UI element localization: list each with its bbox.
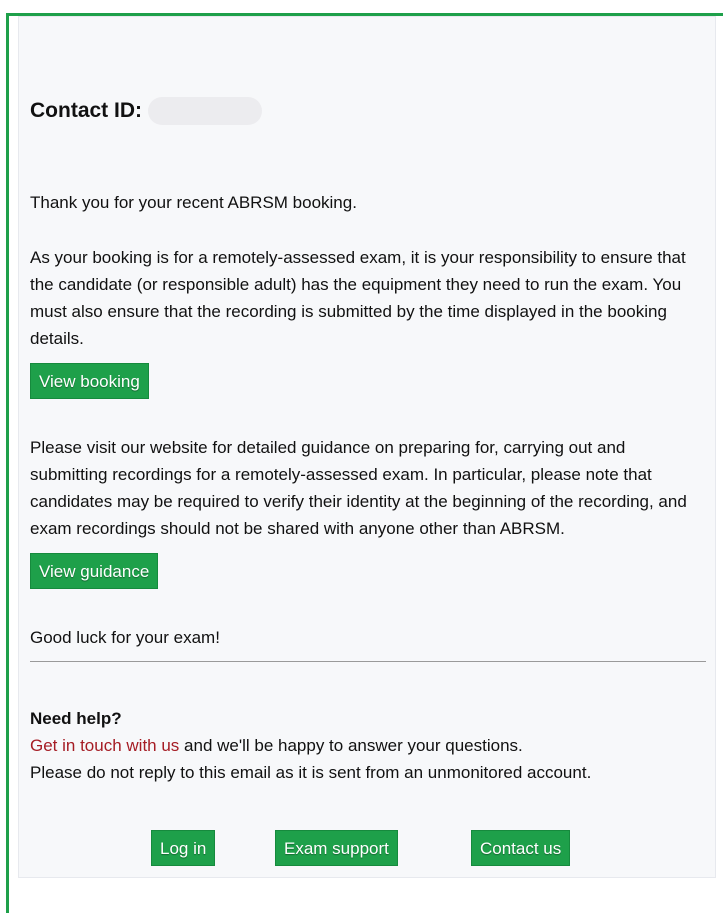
view-guidance-button[interactable]: View guidance xyxy=(30,553,159,589)
help-contact-suffix: and we'll be happy to answer your questi… xyxy=(179,736,523,755)
log-in-button[interactable]: Log in xyxy=(151,830,216,866)
responsibility-text: As your booking is for a remotely-assess… xyxy=(30,248,686,348)
contact-id-row: Contact ID: xyxy=(30,96,262,126)
view-booking-button[interactable]: View booking xyxy=(30,363,149,399)
no-reply-text: Please do not reply to this email as it … xyxy=(30,763,592,782)
contact-us-button[interactable]: Contact us xyxy=(471,830,571,866)
contact-id-label: Contact ID: xyxy=(30,99,142,122)
need-help-heading: Need help? xyxy=(30,709,122,728)
thank-you-text: Thank you for your recent ABRSM booking. xyxy=(30,193,357,212)
contact-id-value xyxy=(148,97,262,125)
get-in-touch-link[interactable]: Get in touch with us xyxy=(30,736,179,755)
exam-support-button[interactable]: Exam support xyxy=(275,830,398,866)
help-contact-line: Get in touch with us and we'll be happy … xyxy=(30,733,523,759)
divider xyxy=(30,661,706,662)
good-luck-text: Good luck for your exam! xyxy=(30,628,220,647)
guidance-text: Please visit our website for detailed gu… xyxy=(30,438,687,538)
